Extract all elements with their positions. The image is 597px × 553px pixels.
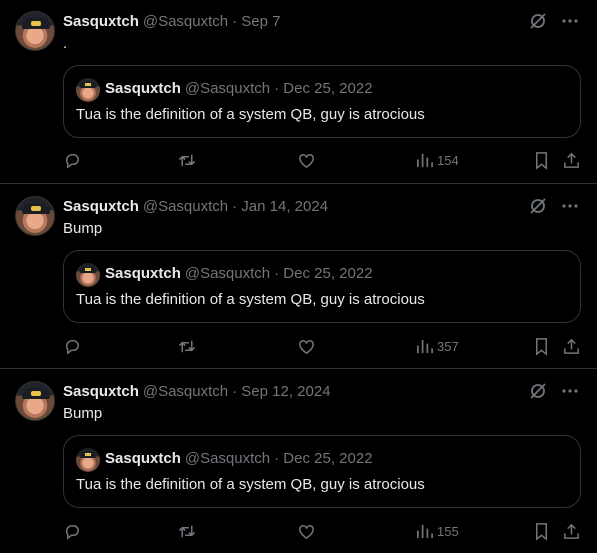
share-button[interactable] [562, 151, 581, 170]
like-icon [299, 340, 314, 355]
quote-tweet[interactable]: Sasquxtch @Sasquxtch · Dec 25, 2022 Tua … [63, 65, 581, 138]
quote-text: Tua is the definition of a system QB, gu… [76, 106, 425, 123]
reply-button[interactable] [63, 337, 82, 356]
quote-date: · Dec 25, 2022 [274, 265, 373, 282]
retweet-icon [178, 154, 196, 167]
retweet-button[interactable] [177, 151, 197, 170]
author-name[interactable]: Sasquxtch [63, 13, 139, 30]
author-name[interactable]: Sasquxtch [63, 198, 139, 215]
reply-button[interactable] [63, 522, 82, 541]
tweet[interactable]: Sasquxtch @Sasquxtch · Jan 14, 2024 Bump… [0, 184, 597, 369]
bookmark-icon [535, 152, 548, 170]
like-icon [299, 525, 314, 540]
bookmark-button[interactable] [532, 337, 551, 356]
like-icon [299, 154, 314, 169]
quote-avatar [76, 78, 100, 102]
bookmark-icon [535, 338, 548, 356]
quote-author-name: Sasquxtch [105, 265, 181, 282]
quote-text: Tua is the definition of a system QB, gu… [76, 476, 425, 493]
more-icon[interactable] [560, 381, 580, 401]
like-button[interactable] [297, 337, 316, 356]
tweet-date[interactable]: · Sep 12, 2024 [232, 383, 330, 400]
like-button[interactable] [297, 522, 316, 541]
author-handle[interactable]: @Sasquxtch [143, 13, 228, 30]
bookmark-icon [535, 523, 548, 541]
tweet[interactable]: Sasquxtch @Sasquxtch · Sep 7 . Sasquxtch… [0, 0, 597, 184]
quote-avatar [76, 448, 100, 472]
views-icon [416, 339, 433, 354]
quote-author-handle: @Sasquxtch [184, 450, 271, 467]
retweet-button[interactable] [177, 337, 197, 356]
bookmark-button[interactable] [532, 151, 551, 170]
reply-icon [65, 340, 79, 355]
more-icon[interactable] [560, 196, 580, 216]
author-name[interactable]: Sasquxtch [63, 383, 139, 400]
quote-avatar [76, 263, 100, 287]
reply-button[interactable] [63, 151, 82, 170]
more-icon[interactable] [560, 11, 580, 31]
author-handle[interactable]: @Sasquxtch [143, 198, 228, 215]
bookmark-button[interactable] [532, 522, 551, 541]
retweet-icon [178, 525, 196, 538]
tweet-date[interactable]: · Sep 7 [232, 13, 280, 30]
reply-icon [65, 154, 79, 169]
views-count: 357 [437, 339, 459, 354]
views-count: 155 [437, 524, 459, 539]
quote-author-handle: @Sasquxtch [184, 80, 271, 97]
views-icon [416, 524, 433, 539]
retweet-icon [178, 340, 196, 353]
like-button[interactable] [297, 151, 316, 170]
action-bar: 155 [63, 522, 581, 542]
share-icon [564, 338, 579, 354]
views-button[interactable]: 154 [415, 151, 459, 170]
reply-icon [65, 525, 79, 540]
grok-icon[interactable] [528, 196, 548, 216]
quote-author-name: Sasquxtch [105, 80, 181, 97]
action-bar: 154 [63, 151, 581, 171]
avatar[interactable] [15, 381, 55, 421]
tweet-text: . [63, 35, 68, 52]
quote-text: Tua is the definition of a system QB, gu… [76, 291, 425, 308]
author-handle[interactable]: @Sasquxtch [143, 383, 228, 400]
quote-author-handle: @Sasquxtch [184, 265, 271, 282]
views-count: 154 [437, 153, 459, 168]
avatar[interactable] [15, 11, 55, 51]
retweet-button[interactable] [177, 522, 197, 541]
grok-icon[interactable] [528, 381, 548, 401]
tweet-text: Bump [63, 220, 103, 237]
share-icon [564, 152, 579, 168]
tweet[interactable]: Sasquxtch @Sasquxtch · Sep 12, 2024 Bump… [0, 369, 597, 553]
share-button[interactable] [562, 337, 581, 356]
action-bar: 357 [63, 337, 581, 357]
quote-date: · Dec 25, 2022 [274, 80, 373, 97]
views-button[interactable]: 155 [415, 522, 459, 541]
tweet-date[interactable]: · Jan 14, 2024 [232, 198, 328, 215]
tweet-header: Sasquxtch @Sasquxtch · Jan 14, 2024 [63, 196, 328, 216]
avatar[interactable] [15, 196, 55, 236]
quote-tweet[interactable]: Sasquxtch @Sasquxtch · Dec 25, 2022 Tua … [63, 250, 581, 323]
tweet-text: Bump [63, 405, 103, 422]
views-button[interactable]: 357 [415, 337, 459, 356]
tweet-header: Sasquxtch @Sasquxtch · Sep 7 [63, 11, 281, 31]
share-button[interactable] [562, 522, 581, 541]
quote-author-name: Sasquxtch [105, 450, 181, 467]
tweet-header: Sasquxtch @Sasquxtch · Sep 12, 2024 [63, 381, 331, 401]
quote-date: · Dec 25, 2022 [274, 450, 373, 467]
quote-tweet[interactable]: Sasquxtch @Sasquxtch · Dec 25, 2022 Tua … [63, 435, 581, 508]
grok-icon[interactable] [528, 11, 548, 31]
share-icon [564, 523, 579, 539]
views-icon [416, 153, 433, 168]
